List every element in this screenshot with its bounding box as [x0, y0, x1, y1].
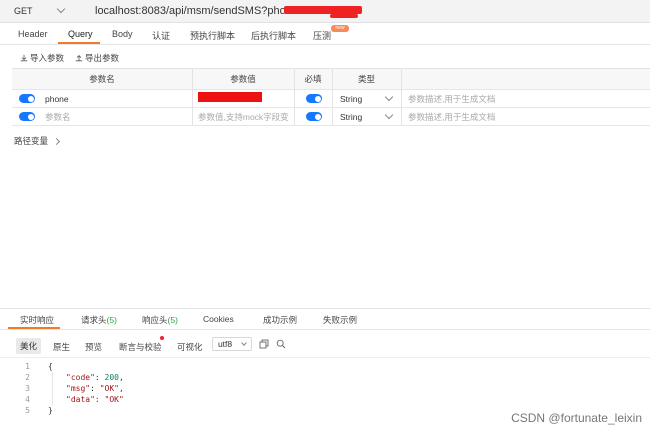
tab-live-response[interactable]: 实时响应 — [20, 314, 54, 326]
param-name[interactable]: phone — [45, 90, 69, 107]
tab-request-headers-count: (5) — [106, 315, 117, 325]
line-number: 5 — [25, 406, 30, 415]
param-row-new: 参数名 参数值,支持mock字段变 String 参数描述,用于生成文档 — [12, 108, 650, 126]
path-variables-toggle[interactable]: 路径变量 — [14, 135, 61, 147]
tab-header[interactable]: Header — [18, 29, 48, 39]
param-value-input[interactable]: 参数值,支持mock字段变 — [198, 108, 289, 125]
code-line: "msg": "OK", — [66, 384, 124, 393]
tab-response-headers-count: (5) — [167, 315, 178, 325]
notification-dot — [160, 336, 164, 340]
param-desc[interactable]: 参数描述,用于生成文档 — [408, 108, 495, 125]
tab-auth[interactable]: 认证 — [152, 29, 170, 42]
tab-load-test[interactable]: 压测 — [313, 29, 331, 42]
code-line: "data": "OK" — [66, 395, 124, 404]
line-number: 1 — [25, 362, 30, 371]
import-icon — [20, 54, 28, 62]
export-params-label: 导出参数 — [85, 53, 120, 63]
col-param-name: 参数名 — [89, 74, 115, 84]
chevron-right-icon — [52, 137, 61, 145]
tab-request-headers[interactable]: 请求头(5) — [81, 314, 117, 326]
required-toggle[interactable] — [306, 108, 322, 125]
search-icon[interactable] — [276, 339, 286, 349]
export-params-button[interactable]: 导出参数 — [75, 52, 119, 64]
chevron-down-icon — [241, 340, 247, 346]
params-header-row: 参数名 参数值 必填 类型 — [12, 69, 650, 90]
enable-toggle[interactable] — [19, 108, 35, 125]
required-toggle[interactable] — [306, 90, 322, 107]
import-params-button[interactable]: 导入参数 — [20, 52, 64, 64]
chevron-down-icon — [384, 108, 394, 125]
param-type[interactable]: String — [340, 108, 362, 125]
chevron-down-icon — [384, 90, 394, 107]
tab-pre-script[interactable]: 预执行脚本 — [190, 29, 235, 42]
response-divider — [0, 308, 650, 309]
tab-cookies[interactable]: Cookies — [203, 314, 234, 324]
export-icon — [75, 55, 83, 62]
code-line: } — [48, 406, 53, 415]
active-tab-indicator — [58, 42, 100, 44]
redacted-phone-mark — [284, 6, 362, 14]
params-table: 参数名 参数值 必填 类型 phone String 参数描述,用于生成文档 参… — [12, 68, 650, 126]
new-badge: new — [331, 25, 349, 32]
tab-response-headers-label: 响应头 — [142, 315, 168, 325]
visualize-button[interactable]: 可视化 — [177, 341, 203, 353]
code-line: { — [48, 362, 53, 371]
tab-body[interactable]: Body — [112, 29, 133, 39]
col-required: 必填 — [304, 74, 322, 84]
url-input[interactable]: localhost:8083/api/msm/sendSMS?phone= — [95, 5, 304, 17]
line-number: 3 — [25, 384, 30, 393]
tab-failure-example[interactable]: 失败示例 — [323, 314, 357, 326]
param-type[interactable]: String — [340, 90, 362, 107]
preview-button[interactable]: 预览 — [85, 341, 102, 353]
param-desc[interactable]: 参数描述,用于生成文档 — [408, 90, 495, 107]
request-bar: GET localhost:8083/api/msm/sendSMS?phone… — [0, 0, 650, 23]
tab-response-headers[interactable]: 响应头(5) — [142, 314, 178, 326]
method-label: GET — [14, 5, 33, 16]
param-name-input[interactable]: 参数名 — [45, 108, 71, 125]
encoding-value: utf8 — [217, 339, 233, 349]
tab-query[interactable]: Query — [68, 29, 93, 39]
col-param-value: 参数值 — [230, 74, 256, 84]
watermark: CSDN @fortunate_leixin — [511, 411, 642, 425]
tab-request-headers-label: 请求头 — [81, 315, 107, 325]
param-row: phone String 参数描述,用于生成文档 — [12, 90, 650, 108]
import-params-label: 导入参数 — [30, 53, 65, 63]
tab-success-example[interactable]: 成功示例 — [263, 314, 297, 326]
line-number: 2 — [25, 373, 30, 382]
tab-post-script[interactable]: 后执行脚本 — [251, 29, 296, 42]
beautify-button[interactable]: 美化 — [16, 338, 42, 354]
chevron-down-icon — [56, 4, 66, 14]
redacted-phone-mark-tail — [330, 14, 358, 18]
raw-button[interactable]: 原生 — [53, 341, 70, 353]
code-line: "code": 200, — [66, 373, 124, 382]
col-type: 类型 — [357, 74, 375, 84]
encoding-select[interactable]: utf8 — [212, 337, 252, 351]
assertion-button[interactable]: 断言与校验 — [119, 341, 162, 353]
method-select[interactable]: GET — [8, 3, 70, 18]
line-number: 4 — [25, 395, 30, 404]
copy-icon[interactable] — [259, 339, 269, 349]
enable-toggle[interactable] — [19, 90, 35, 107]
path-variables-label: 路径变量 — [14, 136, 49, 146]
redacted-value-mark — [198, 92, 262, 102]
